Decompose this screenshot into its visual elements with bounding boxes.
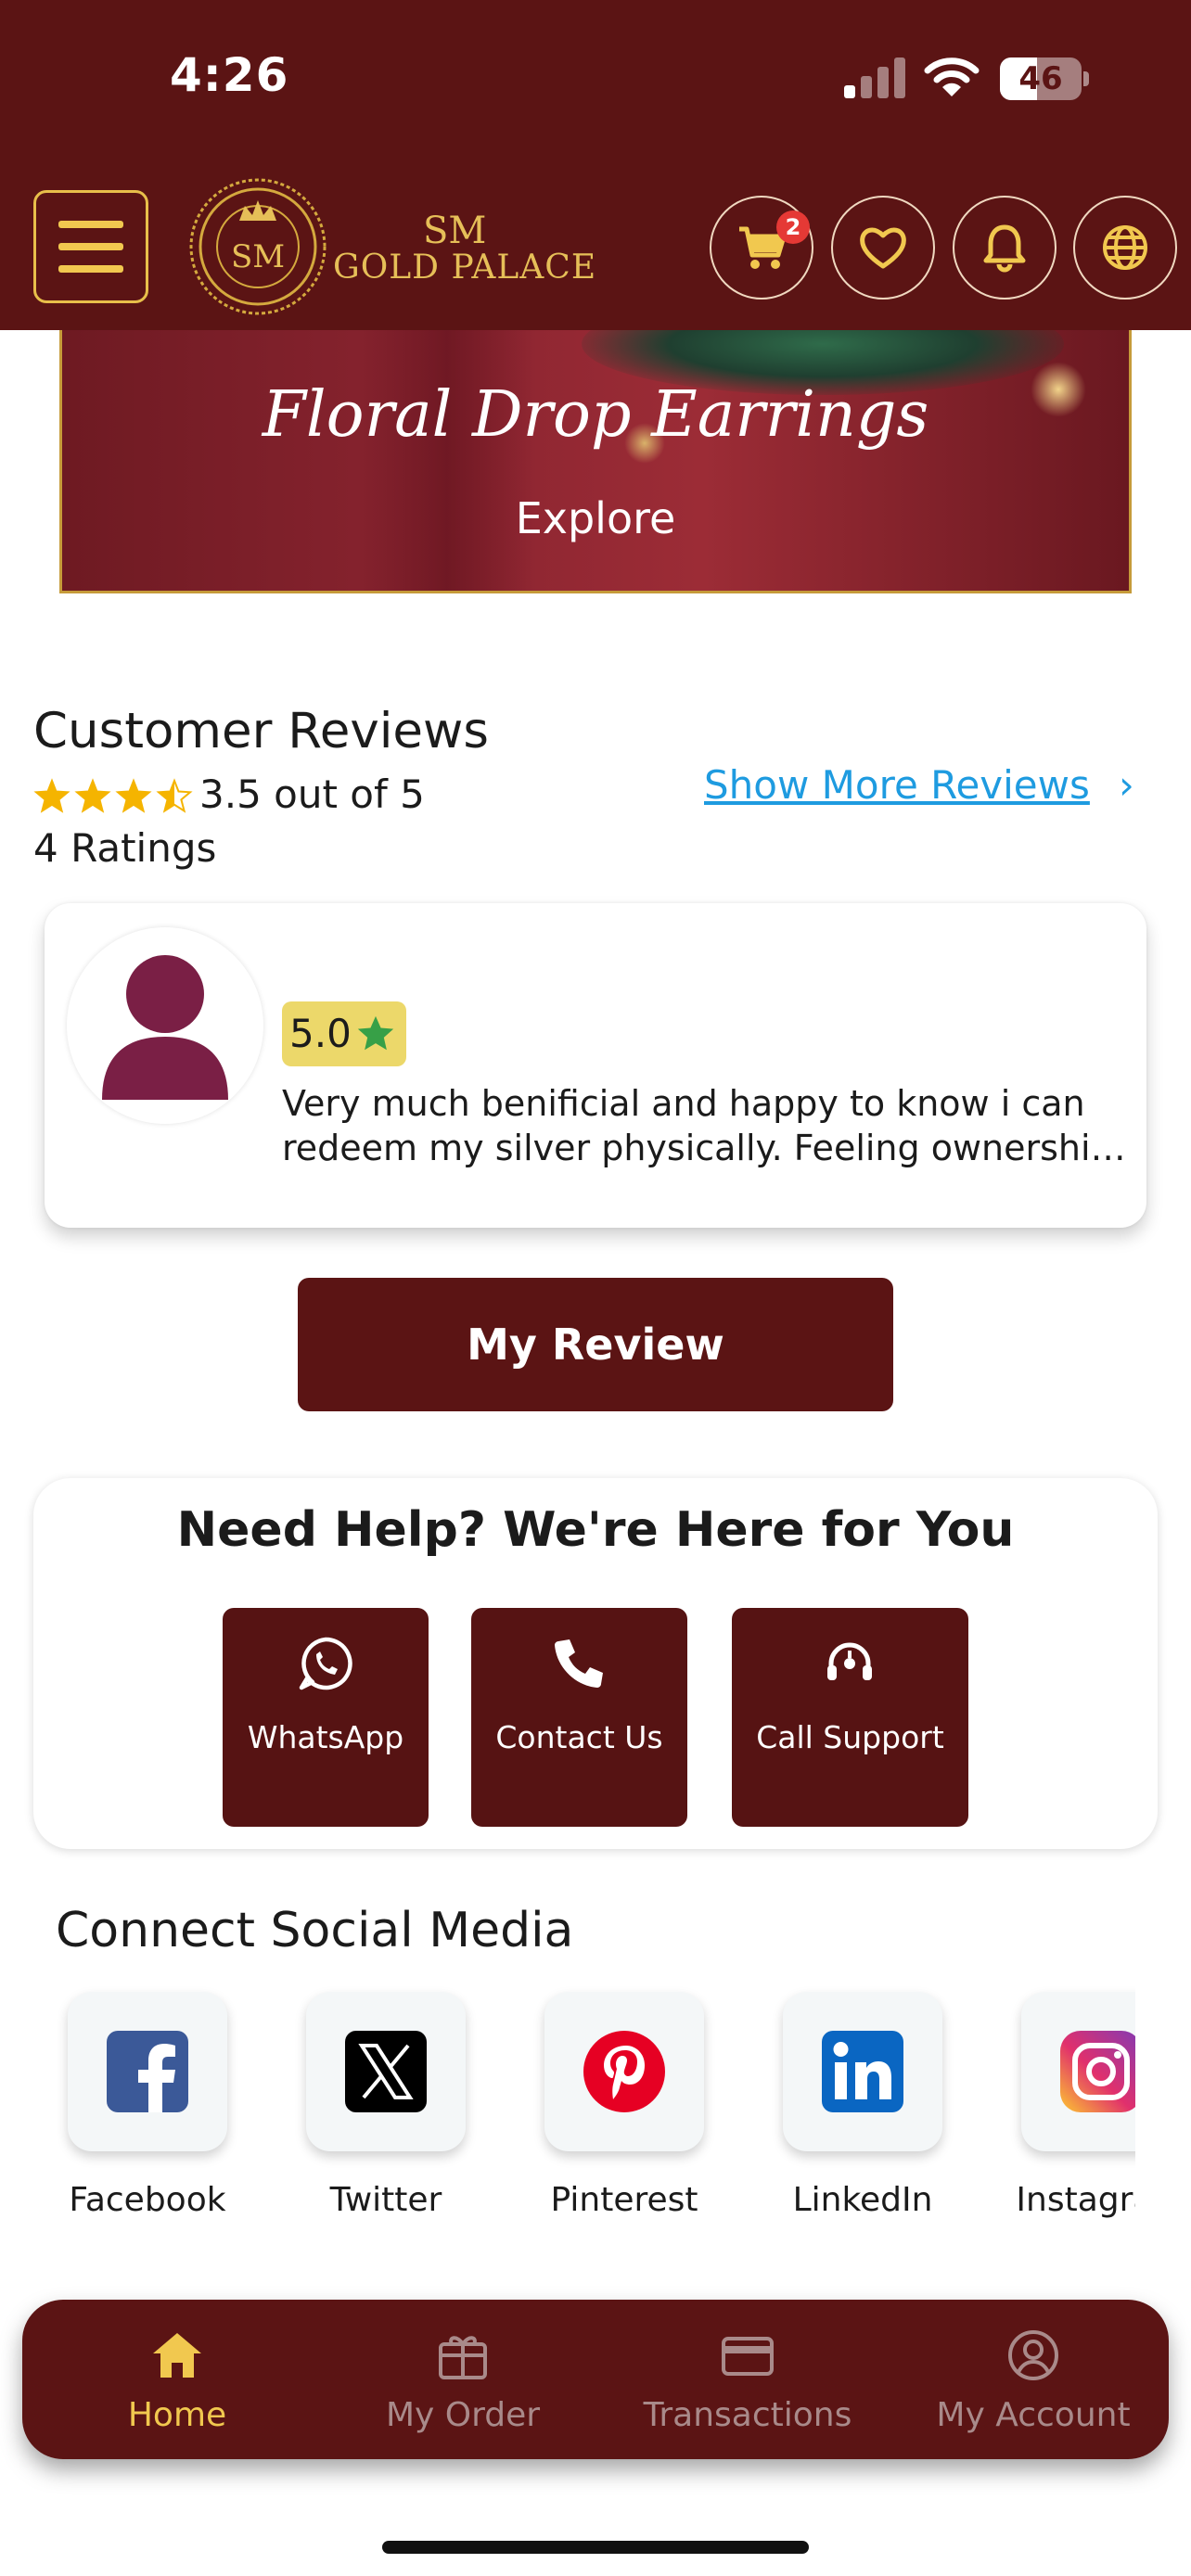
globe-icon — [1103, 225, 1147, 270]
status-bar-time: 4:26 — [170, 48, 289, 102]
chevron-right-icon[interactable]: › — [1119, 762, 1134, 808]
call-support-button[interactable]: Call Support — [732, 1608, 968, 1827]
whatsapp-icon — [299, 1637, 352, 1690]
notifications-button[interactable] — [953, 196, 1057, 300]
social-label: LinkedIn — [792, 2181, 933, 2219]
social-label: Pinterest — [550, 2181, 698, 2219]
logo-monogram: SM — [231, 238, 285, 275]
nav-label: My Account — [936, 2396, 1131, 2434]
reviews-title: Customer Reviews — [33, 703, 490, 759]
bottom-navigation: Home My Order Transactions My Account — [22, 2300, 1169, 2459]
language-button[interactable] — [1073, 196, 1177, 300]
card-icon — [722, 2337, 774, 2376]
nav-label: Home — [127, 2396, 227, 2434]
help-button-label: Call Support — [756, 1719, 944, 1755]
contact-us-button[interactable]: Contact Us — [471, 1608, 687, 1827]
battery-indicator: 46 — [1000, 57, 1089, 100]
brand-name-line2: GOLD PALACE — [333, 249, 597, 287]
headset-icon — [827, 1642, 872, 1680]
rating-stars — [33, 778, 193, 813]
wifi-icon — [924, 57, 980, 96]
cart-count-badge: 2 — [776, 210, 810, 244]
my-review-button[interactable]: My Review — [298, 1278, 893, 1411]
social-media-row[interactable]: Facebook Twitter Pinterest LinkedIn Inst… — [0, 1984, 1135, 2225]
menu-button[interactable] — [33, 190, 148, 303]
nav-my-order[interactable]: My Order — [324, 2300, 602, 2459]
help-button-label: Contact Us — [495, 1719, 663, 1755]
star-icon — [115, 778, 152, 813]
wishlist-button[interactable] — [831, 196, 935, 300]
x-icon — [345, 2031, 427, 2112]
battery-percent: 46 — [1018, 60, 1063, 97]
nav-label: Transactions — [643, 2396, 852, 2434]
social-media-title: Connect Social Media — [56, 1903, 574, 1958]
facebook-icon — [107, 2031, 188, 2112]
pinterest-icon — [583, 2031, 665, 2112]
heart-icon — [860, 227, 906, 269]
social-label: Facebook — [69, 2181, 226, 2219]
reviewer-avatar — [67, 927, 263, 1124]
review-text-line: Very much benificial and happy to know i… — [282, 1083, 1085, 1124]
nav-home[interactable]: Home — [38, 2300, 316, 2459]
bell-icon — [983, 224, 1026, 273]
show-more-reviews-link[interactable]: Show More Reviews — [704, 762, 1090, 808]
linkedin-icon — [822, 2031, 903, 2112]
star-icon — [74, 778, 111, 813]
menu-icon — [58, 221, 123, 228]
banner-explore-link[interactable]: Explore — [62, 493, 1129, 543]
average-rating-text: 3.5 out of 5 — [199, 772, 425, 817]
review-text-line: redeem my silver physically. Feeling own… — [282, 1128, 1135, 1168]
help-title: Need Help? We're Here for You — [176, 1502, 1015, 1558]
home-icon — [153, 2333, 201, 2378]
ratings-count: 4 Ratings — [33, 825, 217, 871]
social-label: Instagram — [1016, 2181, 1135, 2219]
review-rating-value: 5.0 — [289, 1011, 352, 1056]
instagram-icon — [1060, 2031, 1135, 2112]
nav-label: My Order — [385, 2396, 541, 2434]
promo-banner[interactable]: Floral Drop Earrings Explore — [59, 330, 1132, 593]
gift-box-icon — [439, 2336, 487, 2379]
banner-title: Floral Drop Earrings — [262, 378, 929, 452]
account-icon — [1008, 2330, 1058, 2380]
brand-logo[interactable]: SM — [184, 172, 332, 321]
nav-transactions[interactable]: Transactions — [608, 2300, 887, 2459]
brand-name-line1: SM — [423, 210, 487, 252]
social-label: Twitter — [329, 2181, 442, 2219]
star-icon — [357, 1015, 394, 1051]
review-rating-badge: 5.0 — [282, 1001, 406, 1066]
star-icon — [33, 778, 70, 813]
review-text: Very much benificial and happy to know i… — [282, 1081, 1135, 1170]
cellular-signal-icon — [844, 57, 905, 98]
nav-my-account[interactable]: My Account — [894, 2300, 1172, 2459]
star-icon — [156, 778, 193, 813]
user-avatar-icon — [102, 955, 228, 1100]
help-button-label: WhatsApp — [247, 1719, 404, 1755]
whatsapp-button[interactable]: WhatsApp — [223, 1608, 429, 1827]
home-indicator[interactable] — [382, 2541, 809, 2554]
phone-icon — [555, 1639, 603, 1688]
cart-button[interactable]: 2 — [710, 196, 813, 300]
